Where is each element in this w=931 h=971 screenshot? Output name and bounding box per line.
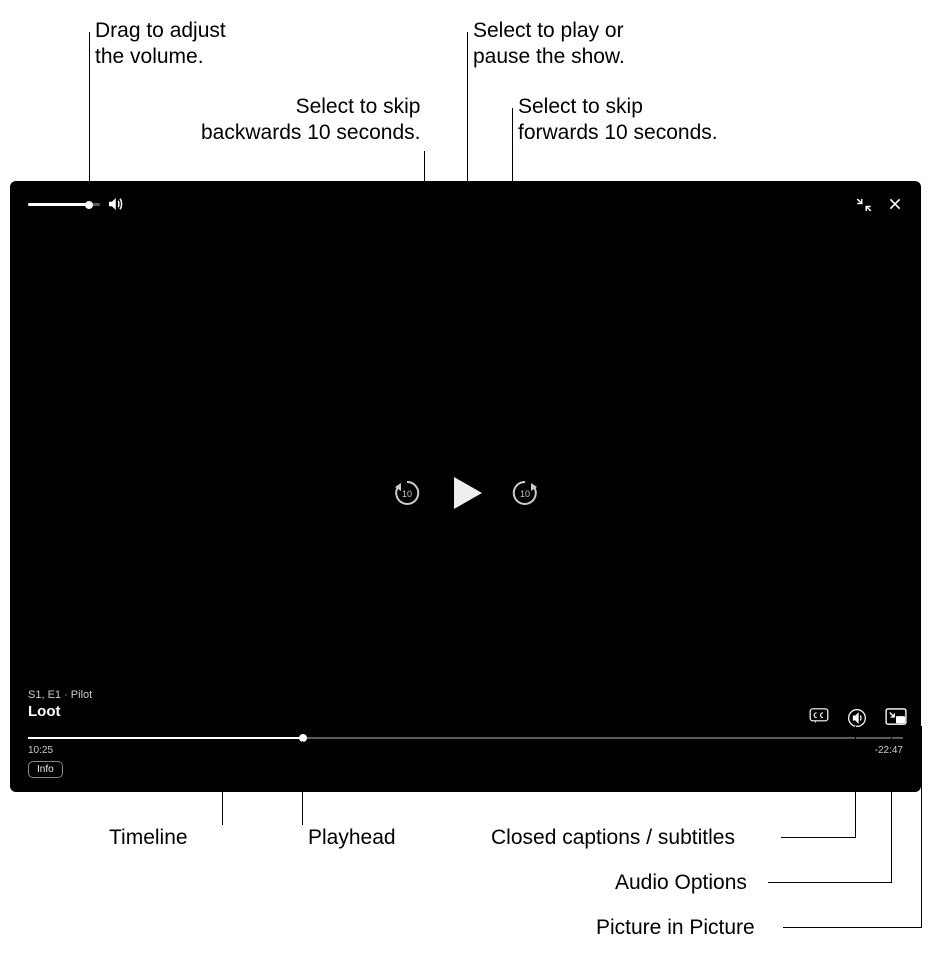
volume-fill: [28, 203, 89, 206]
callout-leader: [302, 741, 303, 825]
callout-volume: Drag to adjust the volume.: [95, 18, 226, 71]
episode-metadata: S1, E1 · Pilot Loot: [28, 689, 92, 720]
volume-icon[interactable]: [106, 195, 124, 213]
skip-forward-button[interactable]: 10: [510, 478, 540, 508]
audio-options-button[interactable]: [847, 708, 867, 724]
timeline[interactable]: [28, 736, 903, 740]
skip-back-button[interactable]: 10: [392, 478, 422, 508]
callout-audio: Audio Options: [615, 870, 747, 896]
info-button[interactable]: Info: [28, 761, 63, 778]
callout-pip: Picture in Picture: [596, 915, 755, 941]
callout-skip-forward: Select to skip forwards 10 seconds.: [518, 94, 718, 147]
callout-timeline: Timeline: [109, 825, 188, 851]
transport-controls: 10 10: [10, 477, 921, 509]
svg-text:10: 10: [519, 489, 529, 499]
callout-skip-back: Select to skip backwards 10 seconds.: [201, 94, 420, 147]
callout-leader: [222, 741, 223, 825]
callout-leader: [855, 726, 856, 838]
exit-fullscreen-icon[interactable]: [855, 196, 873, 214]
closed-captions-button[interactable]: [809, 708, 829, 724]
callout-playhead: Playhead: [308, 825, 396, 851]
callout-leader: [783, 927, 922, 928]
volume-slider[interactable]: [28, 203, 100, 206]
show-title: Loot: [28, 703, 92, 720]
callout-cc: Closed captions / subtitles: [491, 825, 735, 851]
callout-leader: [89, 32, 90, 200]
svg-text:10: 10: [401, 489, 411, 499]
callout-leader: [921, 726, 922, 928]
callout-leader: [891, 726, 892, 883]
callout-leader: [781, 837, 856, 838]
close-icon[interactable]: [887, 196, 903, 212]
callout-play-pause: Select to play or pause the show.: [473, 18, 625, 71]
volume-thumb[interactable]: [85, 201, 93, 209]
play-button[interactable]: [450, 477, 482, 509]
time-remaining: -22:47: [875, 745, 903, 756]
play-icon: [454, 477, 482, 509]
episode-subtitle: S1, E1 · Pilot: [28, 689, 92, 701]
time-elapsed: 10:25: [28, 745, 53, 756]
timeline-fill: [28, 737, 303, 739]
callout-leader: [768, 882, 892, 883]
bottom-right-controls: [809, 708, 905, 724]
video-player: 10 10 S1, E1 · Pilot Loot: [10, 181, 921, 792]
picture-in-picture-button[interactable]: [885, 708, 905, 724]
